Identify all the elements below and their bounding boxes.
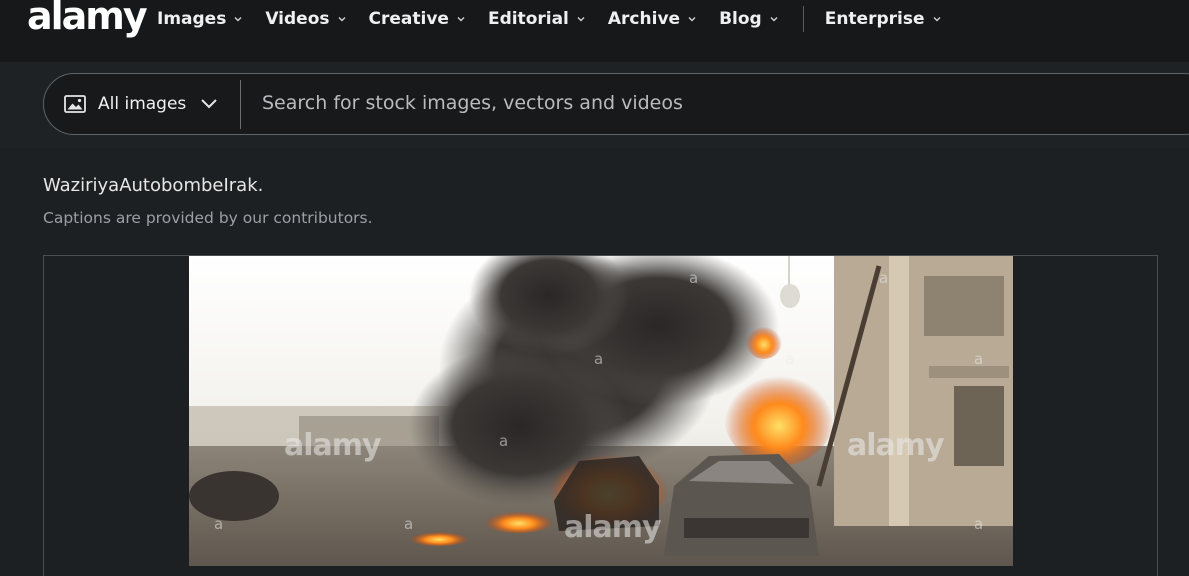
chevron-down-icon xyxy=(201,99,218,109)
search-filter-dropdown[interactable]: All images xyxy=(64,74,218,134)
nav-editorial-label: Editorial xyxy=(487,9,569,29)
watermark-logo: alamy xyxy=(847,428,945,463)
search-input[interactable] xyxy=(254,74,1170,132)
watermark-mark: a xyxy=(689,269,699,287)
nav-images[interactable]: Images xyxy=(157,9,243,29)
watermark-mark: a xyxy=(974,350,984,368)
search-bar: All images xyxy=(43,73,1189,135)
nav-archive[interactable]: Archive xyxy=(608,9,697,29)
nav-divider xyxy=(802,6,804,32)
nav-creative[interactable]: Creative xyxy=(369,9,466,29)
watermark-logo: alamy xyxy=(564,510,662,545)
image-icon xyxy=(64,95,86,113)
nav-enterprise-label: Enterprise xyxy=(824,9,925,29)
top-navigation: alamy Images Videos Creative Editorial A… xyxy=(0,0,1189,62)
caption-disclaimer: Captions are provided by our contributor… xyxy=(43,209,373,227)
nav-videos[interactable]: Videos xyxy=(265,9,346,29)
main-nav: Images Videos Creative Editorial Archive… xyxy=(157,6,964,32)
nav-images-label: Images xyxy=(157,9,227,29)
search-divider xyxy=(240,80,241,129)
nav-enterprise[interactable]: Enterprise xyxy=(825,9,942,29)
nav-videos-label: Videos xyxy=(265,9,330,29)
watermark-mark: a xyxy=(594,350,604,368)
image-frame: alamy alamy alamy a a a a a a a a a xyxy=(43,255,1158,576)
nav-editorial[interactable]: Editorial xyxy=(488,9,586,29)
watermark-mark: a xyxy=(499,432,509,450)
chevron-down-icon xyxy=(234,17,242,22)
nav-archive-label: Archive xyxy=(607,9,681,29)
chevron-down-icon xyxy=(338,17,346,22)
chevron-down-icon xyxy=(770,17,778,22)
chevron-down-icon xyxy=(577,17,585,22)
chevron-down-icon xyxy=(457,17,465,22)
chevron-down-icon xyxy=(688,17,696,22)
stock-photo[interactable]: alamy alamy alamy a a a a a a a a a xyxy=(189,256,1013,566)
watermark-mark: a xyxy=(785,350,795,368)
search-strip: All images xyxy=(0,62,1189,148)
image-caption-title: WaziriyaAutobombeIrak. xyxy=(43,175,264,196)
watermark-mark: a xyxy=(879,269,889,287)
watermark-mark: a xyxy=(404,515,414,533)
search-filter-label: All images xyxy=(98,94,187,114)
watermark-logo: alamy xyxy=(284,428,382,463)
alamy-logo[interactable]: alamy xyxy=(27,0,148,38)
watermark-mark: a xyxy=(974,515,984,533)
chevron-down-icon xyxy=(933,17,940,22)
nav-creative-label: Creative xyxy=(368,9,449,29)
watermark-mark: a xyxy=(214,515,224,533)
nav-blog-label: Blog xyxy=(719,9,762,29)
nav-blog[interactable]: Blog xyxy=(719,9,779,29)
